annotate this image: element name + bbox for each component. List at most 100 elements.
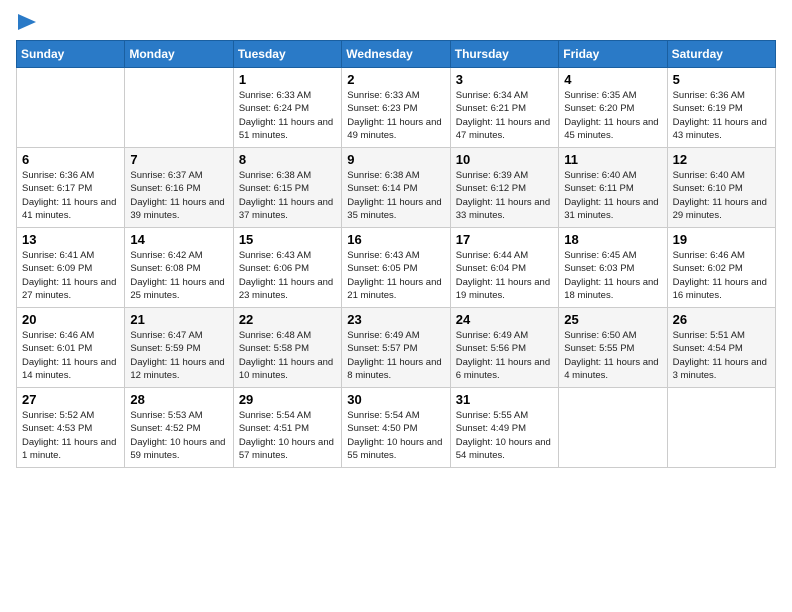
day-info: Sunrise: 6:34 AM Sunset: 6:21 PM Dayligh… — [456, 89, 553, 142]
calendar-day-header: Friday — [559, 41, 667, 68]
calendar-day-header: Saturday — [667, 41, 775, 68]
calendar-day-cell: 26 Sunrise: 5:51 AM Sunset: 4:54 PM Dayli… — [667, 308, 775, 388]
calendar-day-cell: 24 Sunrise: 6:49 AM Sunset: 5:56 PM Dayli… — [450, 308, 558, 388]
day-number: 24 — [456, 312, 553, 327]
day-number: 17 — [456, 232, 553, 247]
calendar-day-cell: 22Sunrise: 6:48 AM Sunset: 5:58 PM Dayli… — [233, 308, 341, 388]
day-number: 8 — [239, 152, 336, 167]
day-info: Sunrise: 6:50 AM Sunset: 5:55 PM Dayligh… — [564, 329, 661, 382]
calendar-day-cell: 11 Sunrise: 6:40 AM Sunset: 6:11 PM Dayli… — [559, 148, 667, 228]
calendar-day-cell: 13Sunrise: 6:41 AM Sunset: 6:09 PM Dayli… — [17, 228, 125, 308]
calendar-day-cell: 2Sunrise: 6:33 AM Sunset: 6:23 PM Daylig… — [342, 68, 450, 148]
day-info: Sunrise: 6:43 AM Sunset: 6:06 PM Dayligh… — [239, 249, 336, 302]
day-info: Sunrise: 6:46 AM Sunset: 6:01 PM Dayligh… — [22, 329, 119, 382]
calendar-header-row: SundayMondayTuesdayWednesdayThursdayFrid… — [17, 41, 776, 68]
day-number: 18 — [564, 232, 661, 247]
calendar-week-row: 27Sunrise: 5:52 AM Sunset: 4:53 PM Dayli… — [17, 388, 776, 468]
calendar-day-cell: 23Sunrise: 6:49 AM Sunset: 5:57 PM Dayli… — [342, 308, 450, 388]
calendar-day-cell: 27Sunrise: 5:52 AM Sunset: 4:53 PM Dayli… — [17, 388, 125, 468]
calendar-day-cell: 16Sunrise: 6:43 AM Sunset: 6:05 PM Dayli… — [342, 228, 450, 308]
day-info: Sunrise: 6:38 AM Sunset: 6:14 PM Dayligh… — [347, 169, 444, 222]
calendar-day-header: Wednesday — [342, 41, 450, 68]
calendar-day-cell: 1Sunrise: 6:33 AM Sunset: 6:24 PM Daylig… — [233, 68, 341, 148]
calendar-day-cell: 5 Sunrise: 6:36 AM Sunset: 6:19 PM Daylig… — [667, 68, 775, 148]
day-number: 25 — [564, 312, 661, 327]
logo-arrow-icon — [18, 14, 36, 30]
day-number: 9 — [347, 152, 444, 167]
calendar-day-cell: 7 Sunrise: 6:37 AM Sunset: 6:16 PM Daylig… — [125, 148, 233, 228]
day-info: Sunrise: 6:36 AM Sunset: 6:19 PM Dayligh… — [673, 89, 770, 142]
day-number: 11 — [564, 152, 661, 167]
calendar-day-header: Sunday — [17, 41, 125, 68]
day-info: Sunrise: 6:42 AM Sunset: 6:08 PM Dayligh… — [130, 249, 227, 302]
day-info: Sunrise: 6:46 AM Sunset: 6:02 PM Dayligh… — [673, 249, 770, 302]
calendar-day-cell: 19Sunrise: 6:46 AM Sunset: 6:02 PM Dayli… — [667, 228, 775, 308]
calendar-week-row: 1Sunrise: 6:33 AM Sunset: 6:24 PM Daylig… — [17, 68, 776, 148]
calendar-day-cell: 10 Sunrise: 6:39 AM Sunset: 6:12 PM Dayli… — [450, 148, 558, 228]
day-number: 6 — [22, 152, 119, 167]
day-number: 12 — [673, 152, 770, 167]
calendar-day-cell: 25 Sunrise: 6:50 AM Sunset: 5:55 PM Dayli… — [559, 308, 667, 388]
calendar-day-cell — [17, 68, 125, 148]
day-info: Sunrise: 6:39 AM Sunset: 6:12 PM Dayligh… — [456, 169, 553, 222]
day-info: Sunrise: 6:33 AM Sunset: 6:24 PM Dayligh… — [239, 89, 336, 142]
day-number: 15 — [239, 232, 336, 247]
day-info: Sunrise: 5:52 AM Sunset: 4:53 PM Dayligh… — [22, 409, 119, 462]
calendar-week-row: 20 Sunrise: 6:46 AM Sunset: 6:01 PM Dayli… — [17, 308, 776, 388]
calendar-day-header: Thursday — [450, 41, 558, 68]
calendar-day-cell: 3 Sunrise: 6:34 AM Sunset: 6:21 PM Daylig… — [450, 68, 558, 148]
calendar-day-header: Tuesday — [233, 41, 341, 68]
day-number: 2 — [347, 72, 444, 87]
day-info: Sunrise: 6:44 AM Sunset: 6:04 PM Dayligh… — [456, 249, 553, 302]
day-number: 7 — [130, 152, 227, 167]
calendar-day-cell: 21 Sunrise: 6:47 AM Sunset: 5:59 PM Dayli… — [125, 308, 233, 388]
calendar-day-cell — [125, 68, 233, 148]
day-number: 28 — [130, 392, 227, 407]
day-number: 21 — [130, 312, 227, 327]
logo — [16, 16, 36, 30]
day-info: Sunrise: 6:40 AM Sunset: 6:11 PM Dayligh… — [564, 169, 661, 222]
day-number: 5 — [673, 72, 770, 87]
calendar-day-cell: 8Sunrise: 6:38 AM Sunset: 6:15 PM Daylig… — [233, 148, 341, 228]
calendar-day-cell: 28 Sunrise: 5:53 AM Sunset: 4:52 PM Dayli… — [125, 388, 233, 468]
day-info: Sunrise: 6:43 AM Sunset: 6:05 PM Dayligh… — [347, 249, 444, 302]
calendar-day-cell: 17 Sunrise: 6:44 AM Sunset: 6:04 PM Dayli… — [450, 228, 558, 308]
calendar-day-cell — [667, 388, 775, 468]
day-number: 23 — [347, 312, 444, 327]
calendar-day-header: Monday — [125, 41, 233, 68]
calendar-day-cell: 4 Sunrise: 6:35 AM Sunset: 6:20 PM Daylig… — [559, 68, 667, 148]
page-header — [16, 16, 776, 30]
day-number: 10 — [456, 152, 553, 167]
calendar-day-cell: 20 Sunrise: 6:46 AM Sunset: 6:01 PM Dayli… — [17, 308, 125, 388]
day-number: 4 — [564, 72, 661, 87]
calendar-day-cell: 18 Sunrise: 6:45 AM Sunset: 6:03 PM Dayli… — [559, 228, 667, 308]
day-info: Sunrise: 6:48 AM Sunset: 5:58 PM Dayligh… — [239, 329, 336, 382]
day-info: Sunrise: 6:35 AM Sunset: 6:20 PM Dayligh… — [564, 89, 661, 142]
day-info: Sunrise: 6:45 AM Sunset: 6:03 PM Dayligh… — [564, 249, 661, 302]
calendar-day-cell — [559, 388, 667, 468]
day-info: Sunrise: 5:54 AM Sunset: 4:51 PM Dayligh… — [239, 409, 336, 462]
calendar-day-cell: 12Sunrise: 6:40 AM Sunset: 6:10 PM Dayli… — [667, 148, 775, 228]
calendar-day-cell: 14 Sunrise: 6:42 AM Sunset: 6:08 PM Dayli… — [125, 228, 233, 308]
calendar-week-row: 6Sunrise: 6:36 AM Sunset: 6:17 PM Daylig… — [17, 148, 776, 228]
day-number: 14 — [130, 232, 227, 247]
day-info: Sunrise: 6:47 AM Sunset: 5:59 PM Dayligh… — [130, 329, 227, 382]
calendar-week-row: 13Sunrise: 6:41 AM Sunset: 6:09 PM Dayli… — [17, 228, 776, 308]
day-number: 26 — [673, 312, 770, 327]
day-info: Sunrise: 5:54 AM Sunset: 4:50 PM Dayligh… — [347, 409, 444, 462]
day-number: 3 — [456, 72, 553, 87]
calendar-day-cell: 30 Sunrise: 5:54 AM Sunset: 4:50 PM Dayli… — [342, 388, 450, 468]
day-info: Sunrise: 6:41 AM Sunset: 6:09 PM Dayligh… — [22, 249, 119, 302]
calendar-day-cell: 29 Sunrise: 5:54 AM Sunset: 4:51 PM Dayli… — [233, 388, 341, 468]
day-info: Sunrise: 6:49 AM Sunset: 5:56 PM Dayligh… — [456, 329, 553, 382]
day-info: Sunrise: 5:51 AM Sunset: 4:54 PM Dayligh… — [673, 329, 770, 382]
calendar-day-cell: 31 Sunrise: 5:55 AM Sunset: 4:49 PM Dayli… — [450, 388, 558, 468]
day-number: 31 — [456, 392, 553, 407]
day-number: 29 — [239, 392, 336, 407]
day-number: 30 — [347, 392, 444, 407]
day-info: Sunrise: 6:37 AM Sunset: 6:16 PM Dayligh… — [130, 169, 227, 222]
day-number: 20 — [22, 312, 119, 327]
calendar-day-cell: 15 Sunrise: 6:43 AM Sunset: 6:06 PM Dayli… — [233, 228, 341, 308]
day-info: Sunrise: 5:55 AM Sunset: 4:49 PM Dayligh… — [456, 409, 553, 462]
day-info: Sunrise: 5:53 AM Sunset: 4:52 PM Dayligh… — [130, 409, 227, 462]
